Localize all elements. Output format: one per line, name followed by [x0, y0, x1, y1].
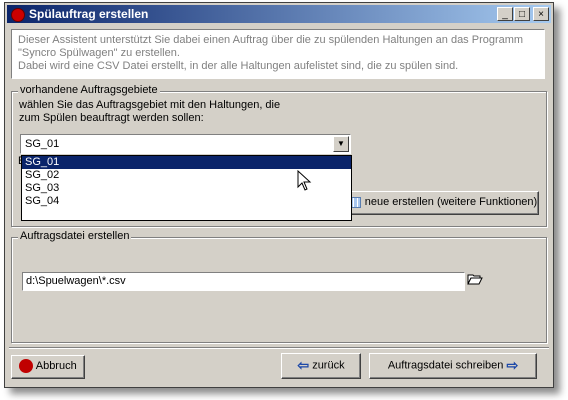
folder-open-icon[interactable]	[467, 271, 483, 290]
stop-icon	[19, 359, 34, 374]
cancel-button[interactable]: Abbruch	[11, 355, 85, 379]
arrow-right-icon: ⇨	[506, 357, 519, 373]
app-icon	[11, 8, 25, 22]
write-file-button[interactable]: Auftragsdatei schreiben ⇨	[369, 353, 537, 379]
areas-group-legend: vorhandene Auftragsgebiete	[18, 84, 160, 96]
write-file-button-label: Auftragsdatei schreiben	[387, 359, 504, 372]
new-area-button[interactable]: neue erstellen (weitere Funktionen)	[343, 191, 539, 215]
areas-prompt: wählen Sie das Auftragsgebiet mit den Ha…	[19, 99, 281, 124]
back-button-label: zurück	[312, 359, 345, 372]
mouse-cursor-icon	[297, 169, 313, 195]
wizard-window: Spülauftrag erstellen _ □ × Dieser Assis…	[4, 2, 554, 388]
area-select[interactable]: SG_01 ▼	[20, 134, 351, 154]
intro-line-2: Dabei wird eine CSV Datei erstellt, in d…	[18, 60, 459, 72]
dropdown-option[interactable]: SG_04	[22, 195, 351, 208]
dropdown-option[interactable]: SG_01	[22, 156, 351, 169]
maximize-button[interactable]: □	[514, 7, 530, 21]
footer-divider	[9, 347, 549, 349]
window-title: Spülauftrag erstellen	[29, 7, 149, 21]
back-button[interactable]: ⇦ zurück	[281, 353, 361, 379]
intro-text-box: Dieser Assistent unterstützt Sie dabei e…	[11, 29, 545, 79]
chevron-down-icon[interactable]: ▼	[333, 136, 349, 152]
arrow-left-icon: ⇦	[297, 357, 310, 373]
close-button[interactable]: ×	[533, 7, 549, 21]
file-path-input[interactable]: d:\Spuelwagen\*.csv	[22, 272, 465, 291]
area-select-value: SG_01	[25, 138, 60, 150]
intro-line-1: Dieser Assistent unterstützt Sie dabei e…	[18, 34, 524, 59]
title-bar[interactable]: Spülauftrag erstellen _ □ ×	[7, 5, 551, 23]
new-area-button-label: neue erstellen (weitere Funktionen)	[364, 196, 538, 208]
minimize-button[interactable]: _	[497, 7, 513, 21]
file-group-legend: Auftragsdatei erstellen	[18, 230, 132, 242]
cancel-button-label: Abbruch	[35, 360, 77, 372]
